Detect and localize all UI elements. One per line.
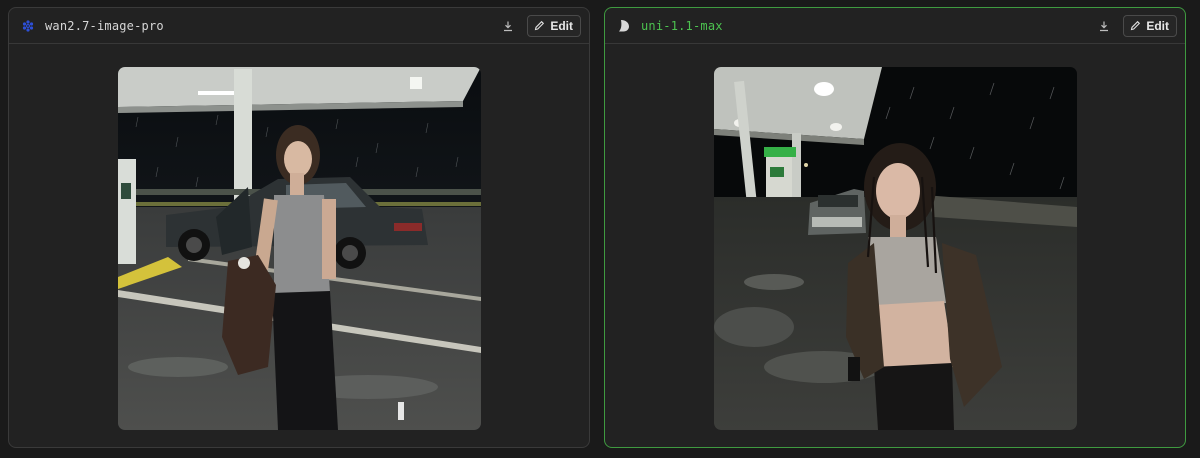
download-icon[interactable] [497,15,519,37]
pencil-icon [1130,20,1141,31]
model-panel-wan[interactable]: wan2.7-image-pro Edit [8,7,590,448]
edit-label: Edit [1146,18,1169,33]
edit-label: Edit [550,18,573,33]
blue-flower-icon [21,19,35,33]
pencil-icon [534,20,545,31]
panel-header: wan2.7-image-pro Edit [9,8,589,44]
download-icon[interactable] [1093,15,1115,37]
generated-image[interactable] [118,67,481,430]
edit-button[interactable]: Edit [1123,14,1177,37]
model-panel-uni[interactable]: uni-1.1-max Edit [604,7,1186,448]
model-name: wan2.7-image-pro [45,18,164,33]
model-name: uni-1.1-max [641,18,723,33]
crescent-logo-icon [617,19,631,33]
panel-header: uni-1.1-max Edit [605,8,1185,44]
edit-button[interactable]: Edit [527,14,581,37]
generated-image[interactable] [714,67,1077,430]
